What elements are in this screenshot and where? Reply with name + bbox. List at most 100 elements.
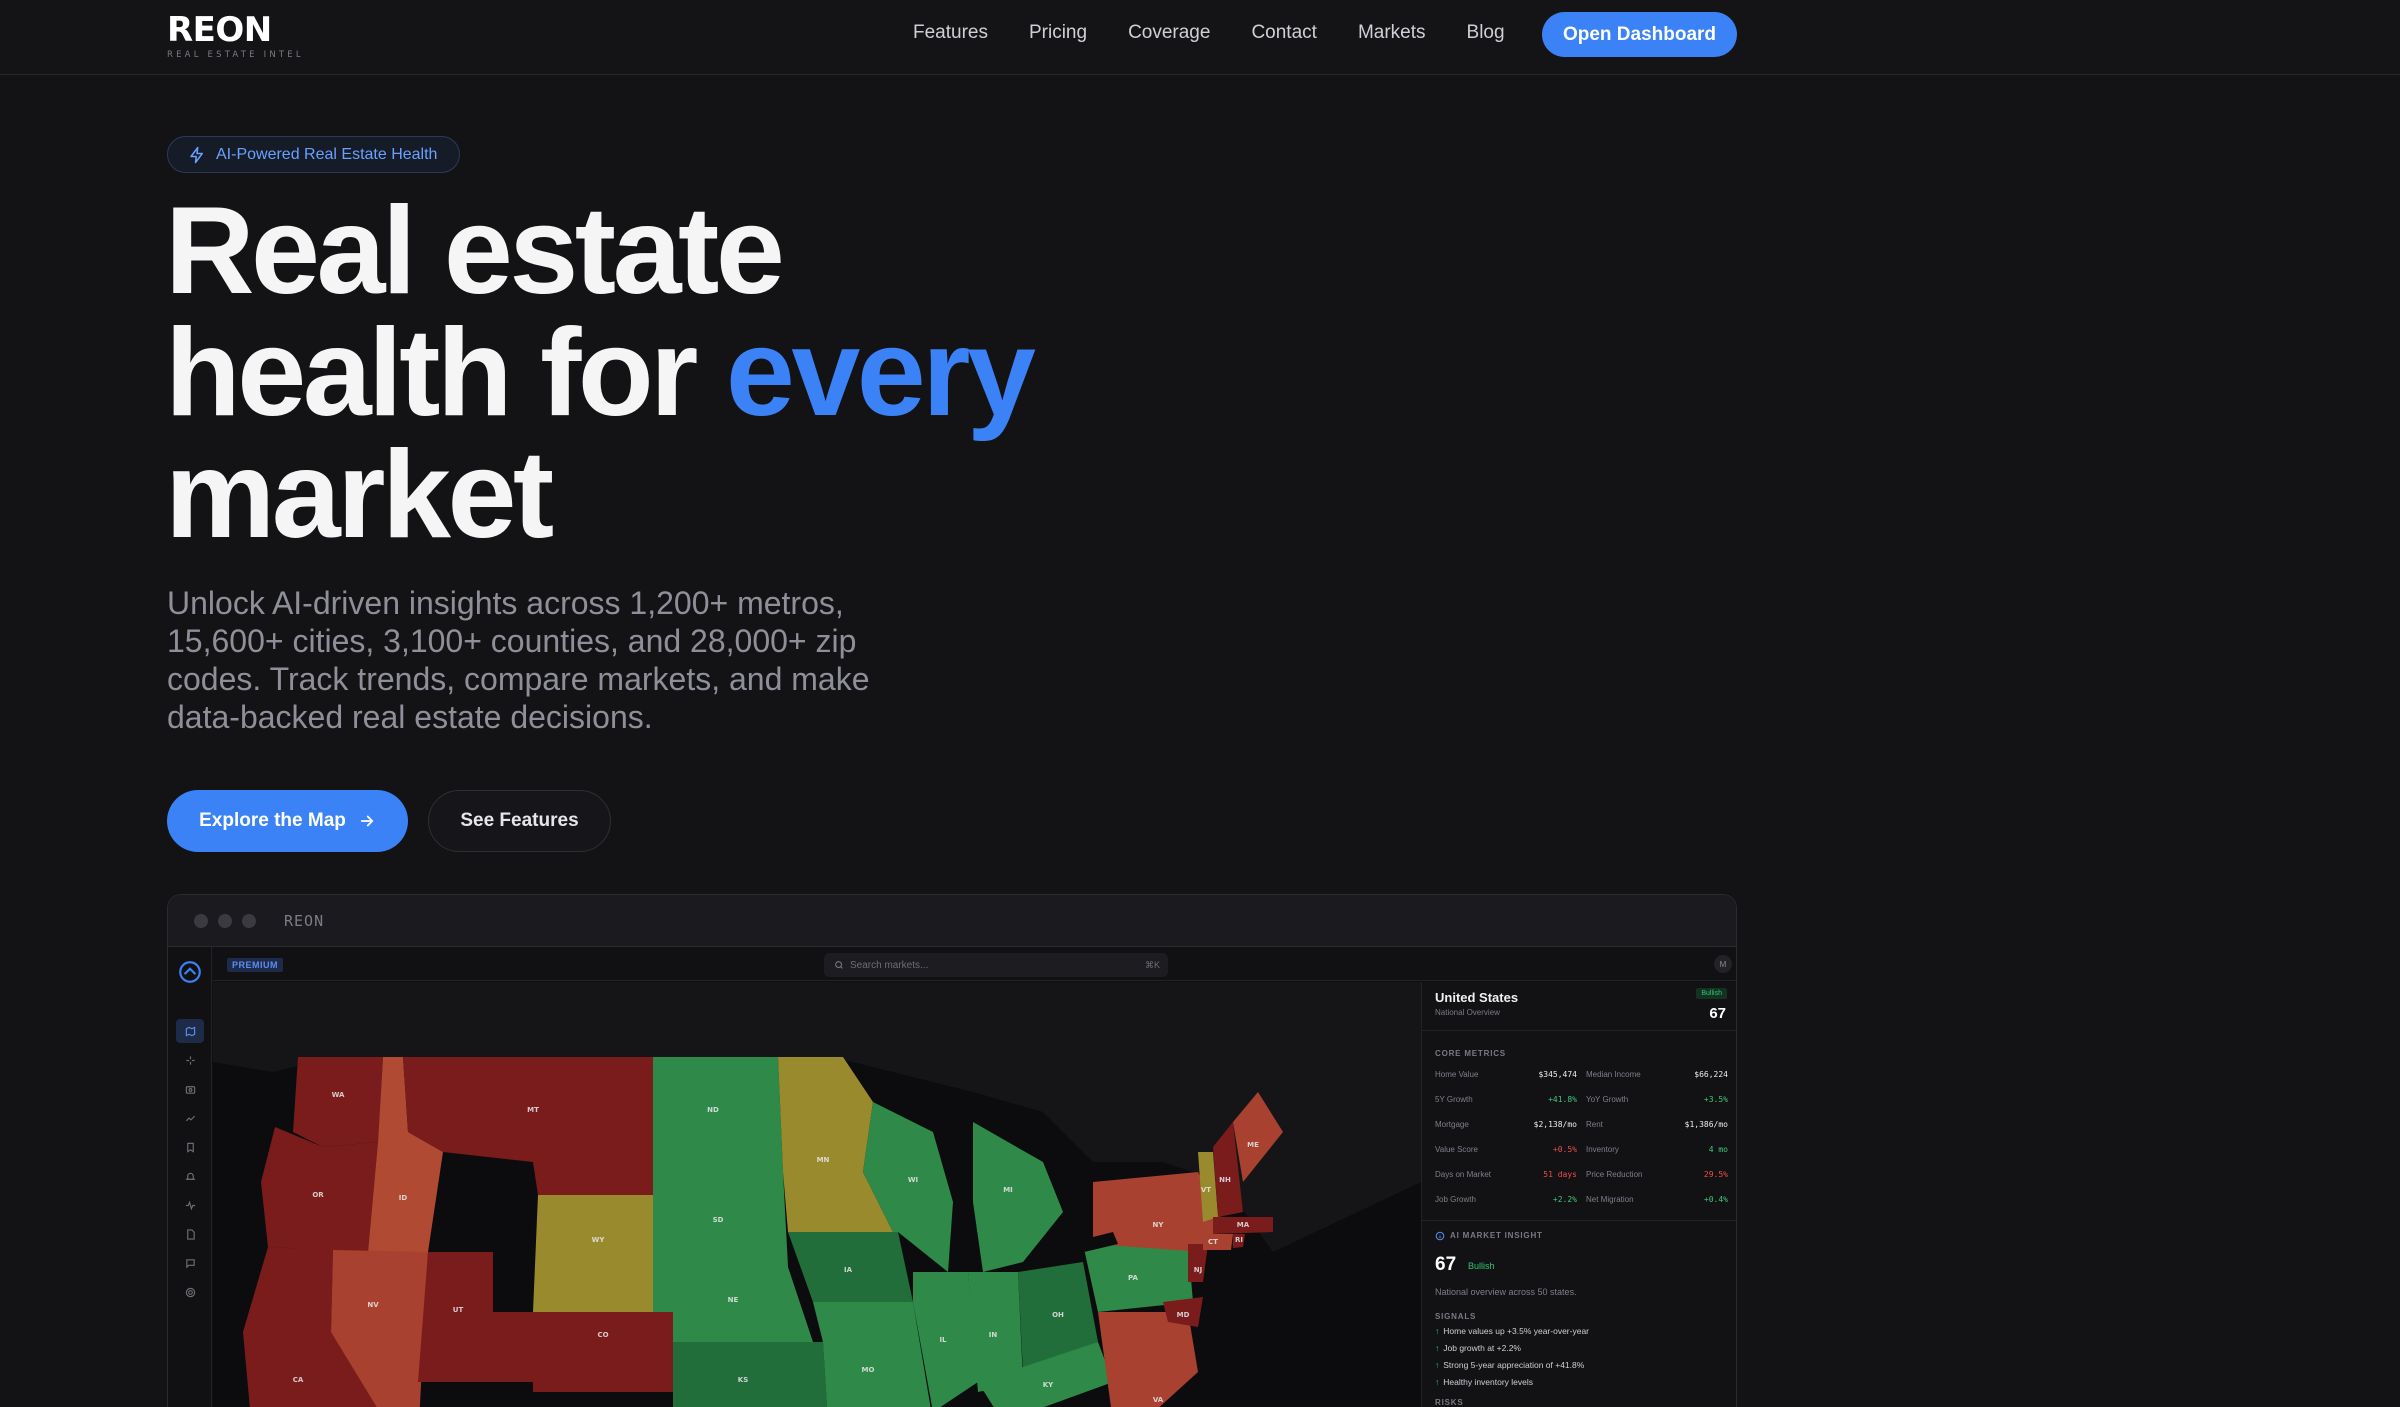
metric-row: Inventory 4 mo (1586, 1145, 1728, 1154)
bookmark-icon[interactable] (176, 1135, 204, 1159)
us-states-choropleth[interactable]: WA OR CA ID NV MT WY UT CO ND SD NE KS MN IA MO WI IL MI IN… (213, 982, 1421, 1407)
state-label-ca: CA (293, 1376, 304, 1384)
metric-value: 51 days (1543, 1170, 1577, 1179)
nav-link-pricing[interactable]: Pricing (1029, 22, 1087, 44)
trend-icon[interactable] (176, 1106, 204, 1130)
state-label-nj: NJ (1194, 1266, 1202, 1274)
search-icon (835, 961, 843, 969)
nav-link-coverage[interactable]: Coverage (1128, 22, 1210, 44)
top-navbar: REON REAL ESTATE INTEL Features Pricing … (0, 0, 2400, 75)
state-label-oh: OH (1052, 1311, 1064, 1319)
state-mt[interactable] (403, 1057, 653, 1195)
nav-link-blog[interactable]: Blog (1467, 22, 1505, 44)
metric-row: Median Income $66,224 (1586, 1070, 1728, 1079)
hero-headline: Real estate health for every market (165, 189, 1036, 557)
risks-heading: RISKS (1435, 1398, 1464, 1407)
state-label-ct: CT (1208, 1238, 1218, 1246)
metric-value: +41.8% (1548, 1095, 1577, 1104)
state-label-me: ME (1247, 1141, 1259, 1149)
signals-heading: SIGNALS (1435, 1312, 1477, 1321)
market-search-input[interactable]: Search markets... ⌘K (824, 953, 1168, 977)
metric-label: Inventory (1586, 1145, 1619, 1154)
state-ne[interactable] (653, 1267, 813, 1342)
divider (1422, 1030, 1736, 1031)
core-metrics-heading: CORE METRICS (1435, 1049, 1506, 1058)
ai-summary: National overview across 50 states. (1435, 1287, 1577, 1297)
state-wa[interactable] (293, 1057, 383, 1147)
hero-badge: AI-Powered Real Estate Health (167, 136, 461, 173)
bell-icon[interactable] (176, 1164, 204, 1188)
metric-label: Rent (1586, 1120, 1603, 1129)
nav-link-markets[interactable]: Markets (1358, 22, 1426, 44)
state-label-mt: MT (527, 1106, 539, 1114)
app-sidebar (168, 947, 212, 1407)
explore-map-button[interactable]: Explore the Map (167, 790, 408, 852)
nav-link-features[interactable]: Features (913, 22, 988, 44)
selected-market-scope: National Overview (1435, 1008, 1500, 1017)
state-label-vt: VT (1201, 1186, 1211, 1194)
metric-value: +2.2% (1552, 1195, 1577, 1204)
headline-line-2: health for (165, 304, 726, 442)
metric-value: $2,138/mo (1533, 1120, 1577, 1129)
state-ks[interactable] (673, 1342, 828, 1407)
brand-tagline: REAL ESTATE INTEL (167, 50, 304, 60)
window-close-dot (194, 913, 208, 928)
state-label-ia: IA (844, 1266, 853, 1274)
metric-value: +0.4% (1703, 1195, 1728, 1204)
metric-label: Price Reduction (1586, 1170, 1643, 1179)
state-label-pa: PA (1128, 1274, 1138, 1282)
metric-label: Mortgage (1435, 1120, 1469, 1129)
state-label-mo: MO (862, 1366, 875, 1374)
sparkle-icon[interactable] (176, 1048, 204, 1072)
state-or[interactable] (261, 1127, 378, 1252)
state-va[interactable] (1098, 1312, 1198, 1407)
state-label-ri: RI (1235, 1236, 1243, 1244)
state-wy[interactable] (533, 1195, 653, 1312)
state-label-nv: NV (367, 1301, 379, 1309)
camera-icon[interactable] (176, 1077, 204, 1101)
state-label-ny: NY (1153, 1221, 1165, 1229)
signal-item: Healthy inventory levels (1435, 1377, 1533, 1387)
search-shortcut: ⌘K (1144, 959, 1160, 970)
state-co[interactable] (533, 1312, 673, 1392)
state-mo[interactable] (813, 1302, 933, 1407)
hero-subtext: Unlock AI-driven insights across 1,200+ … (167, 585, 870, 735)
ai-insight-heading: AI MARKET INSIGHT (1450, 1231, 1543, 1240)
state-ut[interactable] (418, 1252, 533, 1382)
hero-badge-label: AI-Powered Real Estate Health (216, 145, 438, 163)
settings-icon[interactable] (176, 1280, 204, 1304)
map-icon[interactable] (176, 1019, 204, 1043)
document-icon[interactable] (176, 1222, 204, 1246)
state-nd[interactable] (653, 1057, 783, 1172)
see-features-button[interactable]: See Features (428, 790, 611, 852)
state-label-nd: ND (707, 1106, 719, 1114)
arrow-right-icon (360, 815, 374, 827)
nav-link-contact[interactable]: Contact (1251, 22, 1316, 44)
metric-value: 4 mo (1708, 1145, 1728, 1154)
metric-row: YoY Growth +3.5% (1586, 1095, 1728, 1104)
search-placeholder: Search markets... (850, 959, 929, 971)
metric-value: +0.5% (1552, 1145, 1577, 1154)
metric-value: $345,474 (1538, 1070, 1577, 1079)
app-logo-icon[interactable] (177, 959, 203, 985)
metric-row: Days on Market 51 days (1435, 1170, 1577, 1179)
selected-market-name: United States (1435, 990, 1519, 1005)
metric-row: Net Migration +0.4% (1586, 1195, 1728, 1204)
metric-label: Median Income (1586, 1070, 1641, 1079)
state-label-mn: MN (817, 1156, 830, 1164)
signal-item: Job growth at +2.2% (1435, 1343, 1521, 1353)
state-mi[interactable] (973, 1122, 1063, 1272)
pulse-icon[interactable] (176, 1193, 204, 1217)
state-label-in: IN (989, 1331, 998, 1339)
chat-icon[interactable] (176, 1251, 204, 1275)
metric-row: Job Growth +2.2% (1435, 1195, 1577, 1204)
state-label-wy: WY (592, 1236, 606, 1244)
signal-item: Strong 5-year appreciation of +41.8% (1435, 1360, 1584, 1370)
ai-sentiment: Bullish (1468, 1261, 1495, 1271)
brand-logo[interactable]: REON REAL ESTATE INTEL (167, 10, 304, 60)
us-health-map[interactable]: WA OR CA ID NV MT WY UT CO ND SD NE KS MN IA MO WI IL MI IN… (213, 982, 1421, 1407)
window-titlebar: REON (168, 895, 1736, 947)
user-avatar[interactable]: M (1714, 955, 1732, 973)
state-label-ut: UT (453, 1306, 464, 1314)
open-dashboard-button[interactable]: Open Dashboard (1542, 12, 1737, 57)
